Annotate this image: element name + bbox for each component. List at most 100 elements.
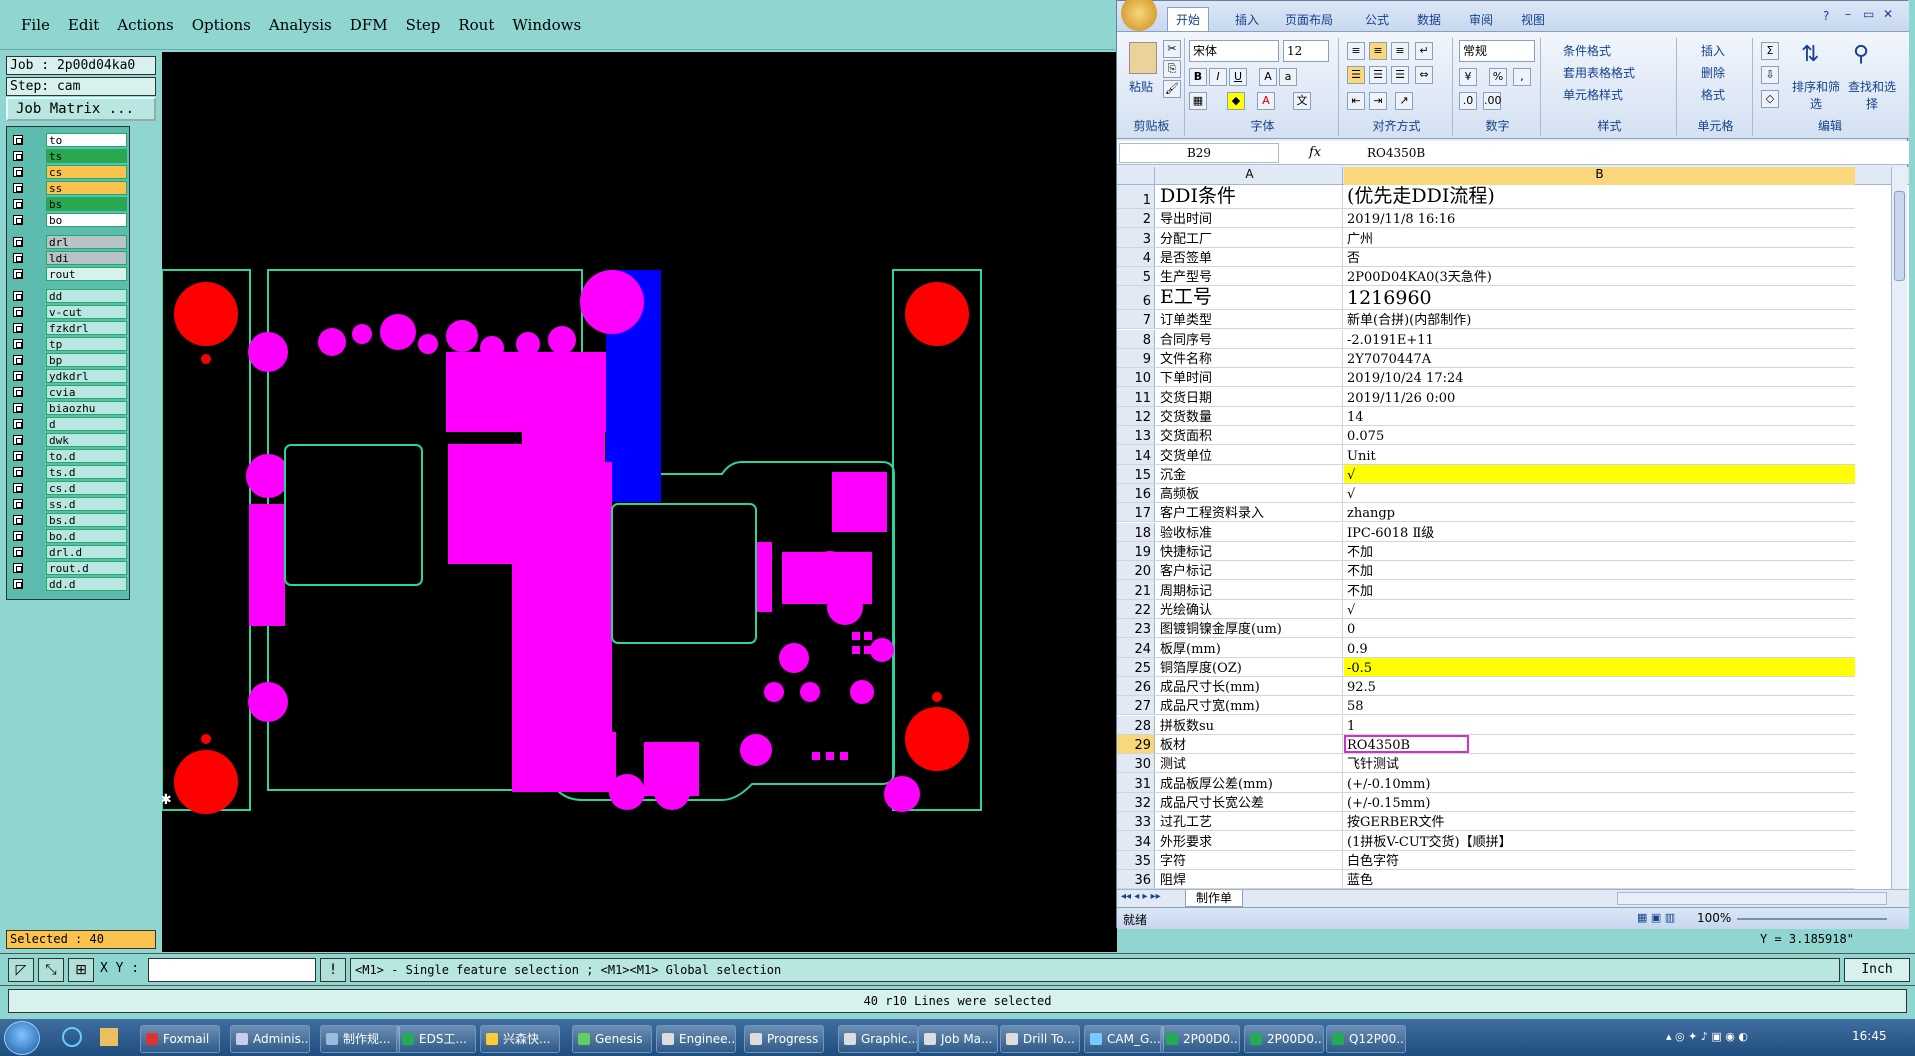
copy-icon[interactable]: ⎘ xyxy=(1163,60,1181,78)
layer-name[interactable]: bo xyxy=(46,213,127,227)
fill-color-icon[interactable]: ◆ xyxy=(1227,92,1245,110)
alert-icon[interactable]: ! xyxy=(320,958,346,982)
cell-a[interactable]: 外形要求 xyxy=(1157,831,1343,850)
cell-b[interactable]: (1拼板V-CUT交货)【顺拼】 xyxy=(1344,831,1855,850)
cell-b[interactable]: 2019/10/24 17:24 xyxy=(1344,368,1855,386)
layer-name[interactable]: bp xyxy=(46,353,127,367)
cell-b[interactable]: 2Y7070447A xyxy=(1344,349,1855,367)
layer-row[interactable]: rout xyxy=(9,267,127,281)
layer-row[interactable]: cvia xyxy=(9,385,127,399)
cell-b[interactable]: 不加 xyxy=(1344,561,1855,579)
row-header[interactable]: 24 xyxy=(1117,638,1155,657)
cell-b[interactable]: 2019/11/26 0:00 xyxy=(1344,387,1855,406)
cell-a[interactable]: 分配工厂 xyxy=(1157,228,1343,247)
cell-b[interactable]: 蓝色 xyxy=(1344,870,1855,888)
layer-row[interactable]: rout.d xyxy=(9,561,127,575)
font-name-select[interactable]: 宋体 xyxy=(1189,40,1279,62)
cell-b[interactable]: 92.5 xyxy=(1344,677,1855,695)
cell-b[interactable]: 不加 xyxy=(1344,542,1855,560)
cell-b[interactable]: 0.9 xyxy=(1344,638,1855,657)
cell-b[interactable]: 0.075 xyxy=(1344,426,1855,444)
menu-rout[interactable]: Rout xyxy=(449,16,503,34)
layer-name[interactable]: ts.d xyxy=(46,465,127,479)
layer-row[interactable]: ts.d xyxy=(9,465,127,479)
cell-a[interactable]: 成品尺寸长(mm) xyxy=(1157,676,1343,696)
cell-a[interactable]: 交货单位 xyxy=(1157,445,1343,464)
layer-name[interactable]: to.d xyxy=(46,449,127,463)
layer-row[interactable]: ss xyxy=(9,181,127,195)
tab-review[interactable]: 审阅 xyxy=(1469,11,1493,28)
cut-icon[interactable]: ✂ xyxy=(1163,40,1181,58)
row-header[interactable]: 8 xyxy=(1117,329,1155,348)
sheet-nav-icon[interactable]: ◂◂ ◂ ▸ ▸▸ xyxy=(1121,891,1161,902)
taskbar-item[interactable]: Q12P00... xyxy=(1326,1025,1406,1053)
cell-a[interactable]: 是否签单 xyxy=(1157,247,1343,266)
menu-edit[interactable]: Edit xyxy=(59,16,108,34)
cell-b[interactable]: 58 xyxy=(1344,696,1855,714)
select-tool-icon[interactable]: ◸ xyxy=(8,958,34,982)
cell-b[interactable]: RO4350B xyxy=(1344,734,1469,754)
column-header-b[interactable]: B xyxy=(1344,167,1855,185)
layer-name[interactable]: ss.d xyxy=(46,497,127,511)
layer-name[interactable]: dwk xyxy=(46,433,127,447)
tab-formulas[interactable]: 公式 xyxy=(1365,11,1389,28)
restore-icon[interactable]: ▭ xyxy=(1863,7,1874,21)
merge-icon[interactable]: ⇔ xyxy=(1415,66,1433,84)
layer-row[interactable]: dd.d xyxy=(9,577,127,591)
cell-b[interactable]: 2019/11/8 16:16 xyxy=(1344,209,1855,227)
layer-row[interactable]: drl.d xyxy=(9,545,127,559)
taskbar-item[interactable]: Genesis xyxy=(572,1025,652,1053)
cell-b[interactable]: √ xyxy=(1344,484,1855,502)
layer-checkbox[interactable] xyxy=(13,403,23,413)
fx-icon[interactable]: fx xyxy=(1309,143,1339,163)
increase-decimal-icon[interactable]: .0 xyxy=(1459,92,1477,110)
menu-analysis[interactable]: Analysis xyxy=(260,16,341,34)
tab-data[interactable]: 数据 xyxy=(1417,11,1441,28)
row-header[interactable]: 22 xyxy=(1117,599,1155,618)
row-header[interactable]: 14 xyxy=(1117,445,1155,464)
cell-b[interactable]: 1 xyxy=(1344,716,1855,734)
decrease-decimal-icon[interactable]: .00 xyxy=(1483,92,1502,110)
taskbar-item[interactable]: CAM_G... xyxy=(1084,1025,1164,1053)
paste-icon[interactable] xyxy=(1129,42,1157,74)
layer-checkbox[interactable] xyxy=(13,167,23,177)
border-icon[interactable]: ▦ xyxy=(1189,92,1207,110)
cell-a[interactable]: 验收标准 xyxy=(1157,522,1343,541)
layer-checkbox[interactable] xyxy=(13,269,23,279)
row-header[interactable]: 5 xyxy=(1117,266,1155,286)
cell-style-button[interactable]: 单元格样式 xyxy=(1563,86,1623,103)
graphic-canvas[interactable]: ✱ xyxy=(160,52,1117,952)
cell-a[interactable]: 高频板 xyxy=(1157,483,1343,503)
cell-b[interactable]: 2P00D04KA0(3天急件) xyxy=(1344,267,1855,285)
office-button-icon[interactable] xyxy=(1121,0,1157,31)
taskbar-item[interactable]: 2P00D0... xyxy=(1244,1025,1324,1053)
row-header[interactable]: 36 xyxy=(1117,869,1155,889)
cell-a[interactable]: 铜箔厚度(OZ) xyxy=(1157,657,1343,676)
cell-b[interactable]: (+/-0.10mm) xyxy=(1344,773,1855,792)
cell-b[interactable]: (优先走DDI流程) xyxy=(1344,185,1855,208)
layer-row[interactable]: cs.d xyxy=(9,481,127,495)
row-header[interactable]: 20 xyxy=(1117,561,1155,580)
font-color-icon[interactable]: A xyxy=(1257,92,1275,110)
format-cells-button[interactable]: 格式 xyxy=(1701,86,1725,103)
taskbar-item[interactable]: EDS工... xyxy=(396,1025,476,1053)
zoom-tool-icon[interactable]: ⤡ xyxy=(38,958,64,982)
layer-row[interactable]: ss.d xyxy=(9,497,127,511)
align-bottom-icon[interactable]: ≡ xyxy=(1391,42,1409,60)
cell-a[interactable]: DDI条件 xyxy=(1157,185,1343,208)
row-header[interactable]: 15 xyxy=(1117,464,1155,483)
ie-icon[interactable] xyxy=(62,1027,82,1047)
sheet-grid[interactable]: 1 DDI条件 (优先走DDI流程) 2 导出时间 2019/11/8 16:16 3 分配工… xyxy=(1117,185,1909,889)
taskbar-item[interactable]: 2P00D0... xyxy=(1160,1025,1240,1053)
currency-icon[interactable]: ¥ xyxy=(1459,68,1477,86)
row-header[interactable]: 18 xyxy=(1117,522,1155,541)
row-header[interactable]: 11 xyxy=(1117,387,1155,406)
grid-tool-icon[interactable]: ⊞ xyxy=(68,958,94,982)
layer-row[interactable]: ydkdrl xyxy=(9,369,127,383)
menu-step[interactable]: Step xyxy=(397,16,450,34)
insert-cells-button[interactable]: 插入 xyxy=(1701,42,1725,59)
row-header[interactable]: 21 xyxy=(1117,580,1155,599)
sort-filter-button[interactable]: 排序和筛选 xyxy=(1791,78,1841,112)
cell-a[interactable]: E工号 xyxy=(1157,286,1343,310)
fill-icon[interactable]: ⇩ xyxy=(1761,66,1779,84)
